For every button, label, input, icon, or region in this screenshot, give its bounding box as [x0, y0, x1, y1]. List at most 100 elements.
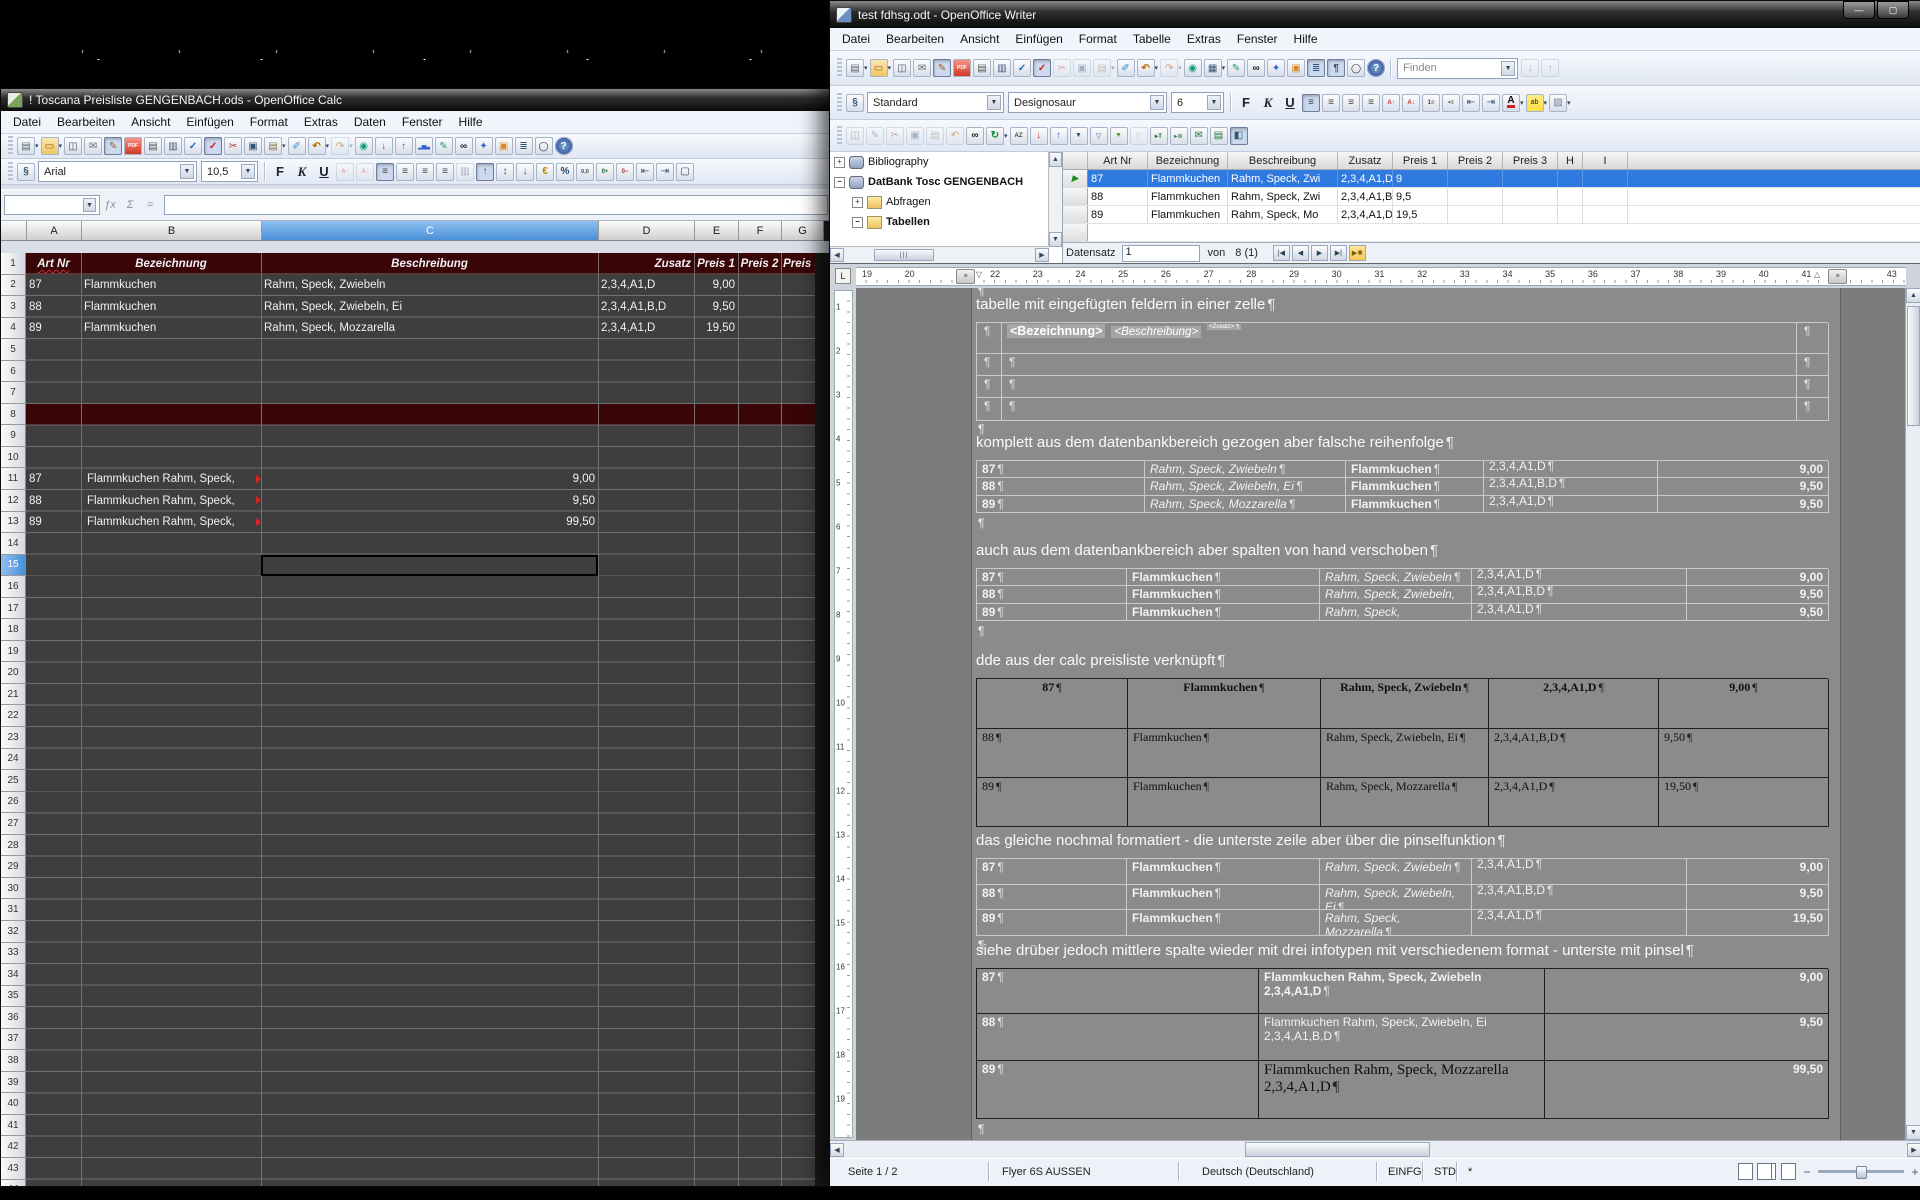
save-icon[interactable] — [893, 59, 911, 77]
row-header[interactable]: 10 — [1, 447, 26, 469]
minimize-button[interactable]: — — [1843, 1, 1875, 19]
vertical-scrollbar[interactable]: ▲ ▼ — [1905, 288, 1920, 1140]
doc-table-db-shifted[interactable]: 87 Flammkuchen Rahm, Speck, Zwiebeln 2,3… — [976, 568, 1828, 621]
border-icon[interactable] — [676, 163, 694, 181]
db-cell[interactable] — [1558, 206, 1583, 223]
row-header[interactable]: 38 — [1, 1050, 26, 1072]
db-cell[interactable]: Flammkuchen — [1148, 170, 1228, 187]
last-record-button[interactable] — [1330, 245, 1347, 261]
db-row-selected[interactable]: ▶ 87 Flammkuchen Rahm, Speck, Zwi 2,3,4,… — [1063, 170, 1920, 188]
first-line-indent-icon[interactable]: ▽ — [976, 270, 982, 279]
menu-item[interactable]: Ansicht — [952, 30, 1007, 48]
scroll-right-icon[interactable]: ▶ — [1907, 1143, 1920, 1157]
edit-file-icon[interactable] — [104, 137, 122, 155]
align-left-icon[interactable] — [1302, 94, 1320, 112]
row-header[interactable]: 3 — [1, 296, 26, 318]
row-header[interactable]: 5 — [1, 339, 26, 361]
refresh-dropdown-arrow[interactable]: ▾ — [1004, 132, 1008, 140]
paste-icon[interactable] — [926, 127, 944, 145]
formula-input[interactable] — [164, 195, 828, 215]
align-center-icon[interactable] — [396, 163, 414, 181]
row-header[interactable]: 4 — [1, 318, 26, 340]
navigator-icon[interactable] — [1267, 59, 1285, 77]
standard-format-icon[interactable] — [576, 163, 594, 181]
redo-dropdown-arrow[interactable]: ▾ — [349, 142, 353, 150]
row-header[interactable]: 7 — [1, 382, 26, 404]
undo-dropdown-arrow[interactable]: ▾ — [326, 142, 330, 150]
horizontal-ruler[interactable]: ≡ ▽ △ ≡ 19202223242526272829303132333435… — [856, 267, 1906, 286]
row-header[interactable]: 37 — [1, 1029, 26, 1051]
datasources-icon[interactable] — [1307, 59, 1325, 77]
scroll-left-icon[interactable]: ◀ — [830, 248, 844, 262]
menu-item[interactable]: Einfügen — [1007, 30, 1070, 48]
field-zusatz[interactable]: <Zusatz> — [1207, 324, 1241, 330]
copy-icon[interactable] — [1073, 59, 1091, 77]
db-cell[interactable]: 9 — [1393, 170, 1448, 187]
paste-icon[interactable] — [264, 137, 282, 155]
redo-icon[interactable] — [331, 137, 349, 155]
autospellcheck-icon[interactable] — [204, 137, 222, 155]
row-header[interactable]: 25 — [1, 770, 26, 792]
row-header[interactable]: 40 — [1, 1093, 26, 1115]
db-cell[interactable]: 9,5 — [1393, 188, 1448, 205]
db-header[interactable]: Preis 1 — [1393, 152, 1448, 169]
doc-table-db-wrong-order[interactable]: 87 Rahm, Speck, Zwiebeln Flammkuchen 2,3… — [976, 460, 1828, 513]
status-page-style[interactable]: Flyer 6S AUSSEN — [996, 1163, 1097, 1180]
column-header-f[interactable]: F — [739, 221, 782, 241]
underline-button[interactable]: U — [314, 162, 334, 181]
add-decimal-icon[interactable] — [596, 163, 614, 181]
reset-filter-icon[interactable] — [1130, 127, 1148, 145]
db-cell[interactable] — [1503, 170, 1558, 187]
toolbar-grip[interactable] — [837, 58, 842, 78]
row-header[interactable]: 9 — [1, 425, 26, 447]
zoom-out-icon[interactable]: − — [1801, 1165, 1813, 1179]
tab-stop-type-icon[interactable]: L — [835, 268, 851, 284]
new-icon[interactable] — [846, 59, 864, 77]
document-viewport[interactable]: tabelle mit eingefügten feldern in einer… — [856, 288, 1905, 1140]
row-header[interactable]: 35 — [1, 986, 26, 1008]
status-insert-mode[interactable]: EINFG — [1382, 1163, 1428, 1180]
first-record-button[interactable] — [1273, 245, 1290, 261]
menu-item[interactable]: Fenster — [394, 113, 451, 131]
chevron-down-icon[interactable]: ▼ — [83, 198, 96, 212]
menu-item[interactable]: Einfügen — [178, 113, 241, 131]
font-down-icon[interactable] — [1402, 94, 1420, 112]
db-cell[interactable] — [1448, 206, 1503, 223]
bold-button[interactable]: F — [270, 162, 290, 181]
gallery-icon[interactable] — [1287, 59, 1305, 77]
db-cell[interactable]: 88 — [1088, 188, 1148, 205]
chevron-down-icon[interactable]: ▼ — [1207, 95, 1221, 110]
redo-dropdown-arrow[interactable]: ▾ — [1178, 64, 1182, 72]
toolbar-grip[interactable] — [8, 136, 13, 156]
print-icon[interactable] — [144, 137, 162, 155]
db-header[interactable]: Zusatz — [1338, 152, 1393, 169]
cut-icon[interactable] — [224, 137, 242, 155]
db-cell[interactable]: Flammkuchen — [1148, 188, 1228, 205]
db-row-empty[interactable] — [1063, 224, 1920, 242]
row-header[interactable]: 15 — [1, 555, 26, 577]
find-replace-icon[interactable] — [1247, 59, 1265, 77]
print-preview-icon[interactable] — [993, 59, 1011, 77]
db-cell[interactable]: 87 — [1088, 170, 1148, 187]
row-header[interactable]: 19 — [1, 641, 26, 663]
chevron-down-icon[interactable]: ▼ — [1150, 95, 1164, 110]
row-header[interactable]: 24 — [1, 749, 26, 771]
record-selector[interactable] — [1063, 188, 1088, 205]
calc-titlebar[interactable]: ! Toscana Preisliste GENGENBACH.ods - Op… — [1, 89, 831, 111]
menu-item[interactable]: Extras — [296, 113, 346, 131]
explorer-icon[interactable] — [1230, 127, 1248, 145]
tree-item-bibliography[interactable]: Bibliography — [830, 152, 1062, 172]
merge-cells-icon[interactable] — [456, 163, 474, 181]
row-header[interactable]: 36 — [1, 1007, 26, 1029]
scroll-up-icon[interactable]: ▲ — [1906, 288, 1920, 303]
column-header-b[interactable]: B — [82, 221, 262, 241]
copy-icon[interactable] — [244, 137, 262, 155]
row-header[interactable]: 30 — [1, 878, 26, 900]
toolbar-grip[interactable] — [8, 162, 13, 182]
italic-button[interactable]: K — [292, 162, 312, 181]
collapse-icon[interactable] — [852, 217, 863, 228]
help-icon[interactable] — [1367, 59, 1385, 77]
spellcheck-icon[interactable] — [184, 137, 202, 155]
open-dropdown-arrow[interactable]: ▾ — [888, 64, 892, 72]
sort-descending-icon[interactable] — [395, 137, 413, 155]
